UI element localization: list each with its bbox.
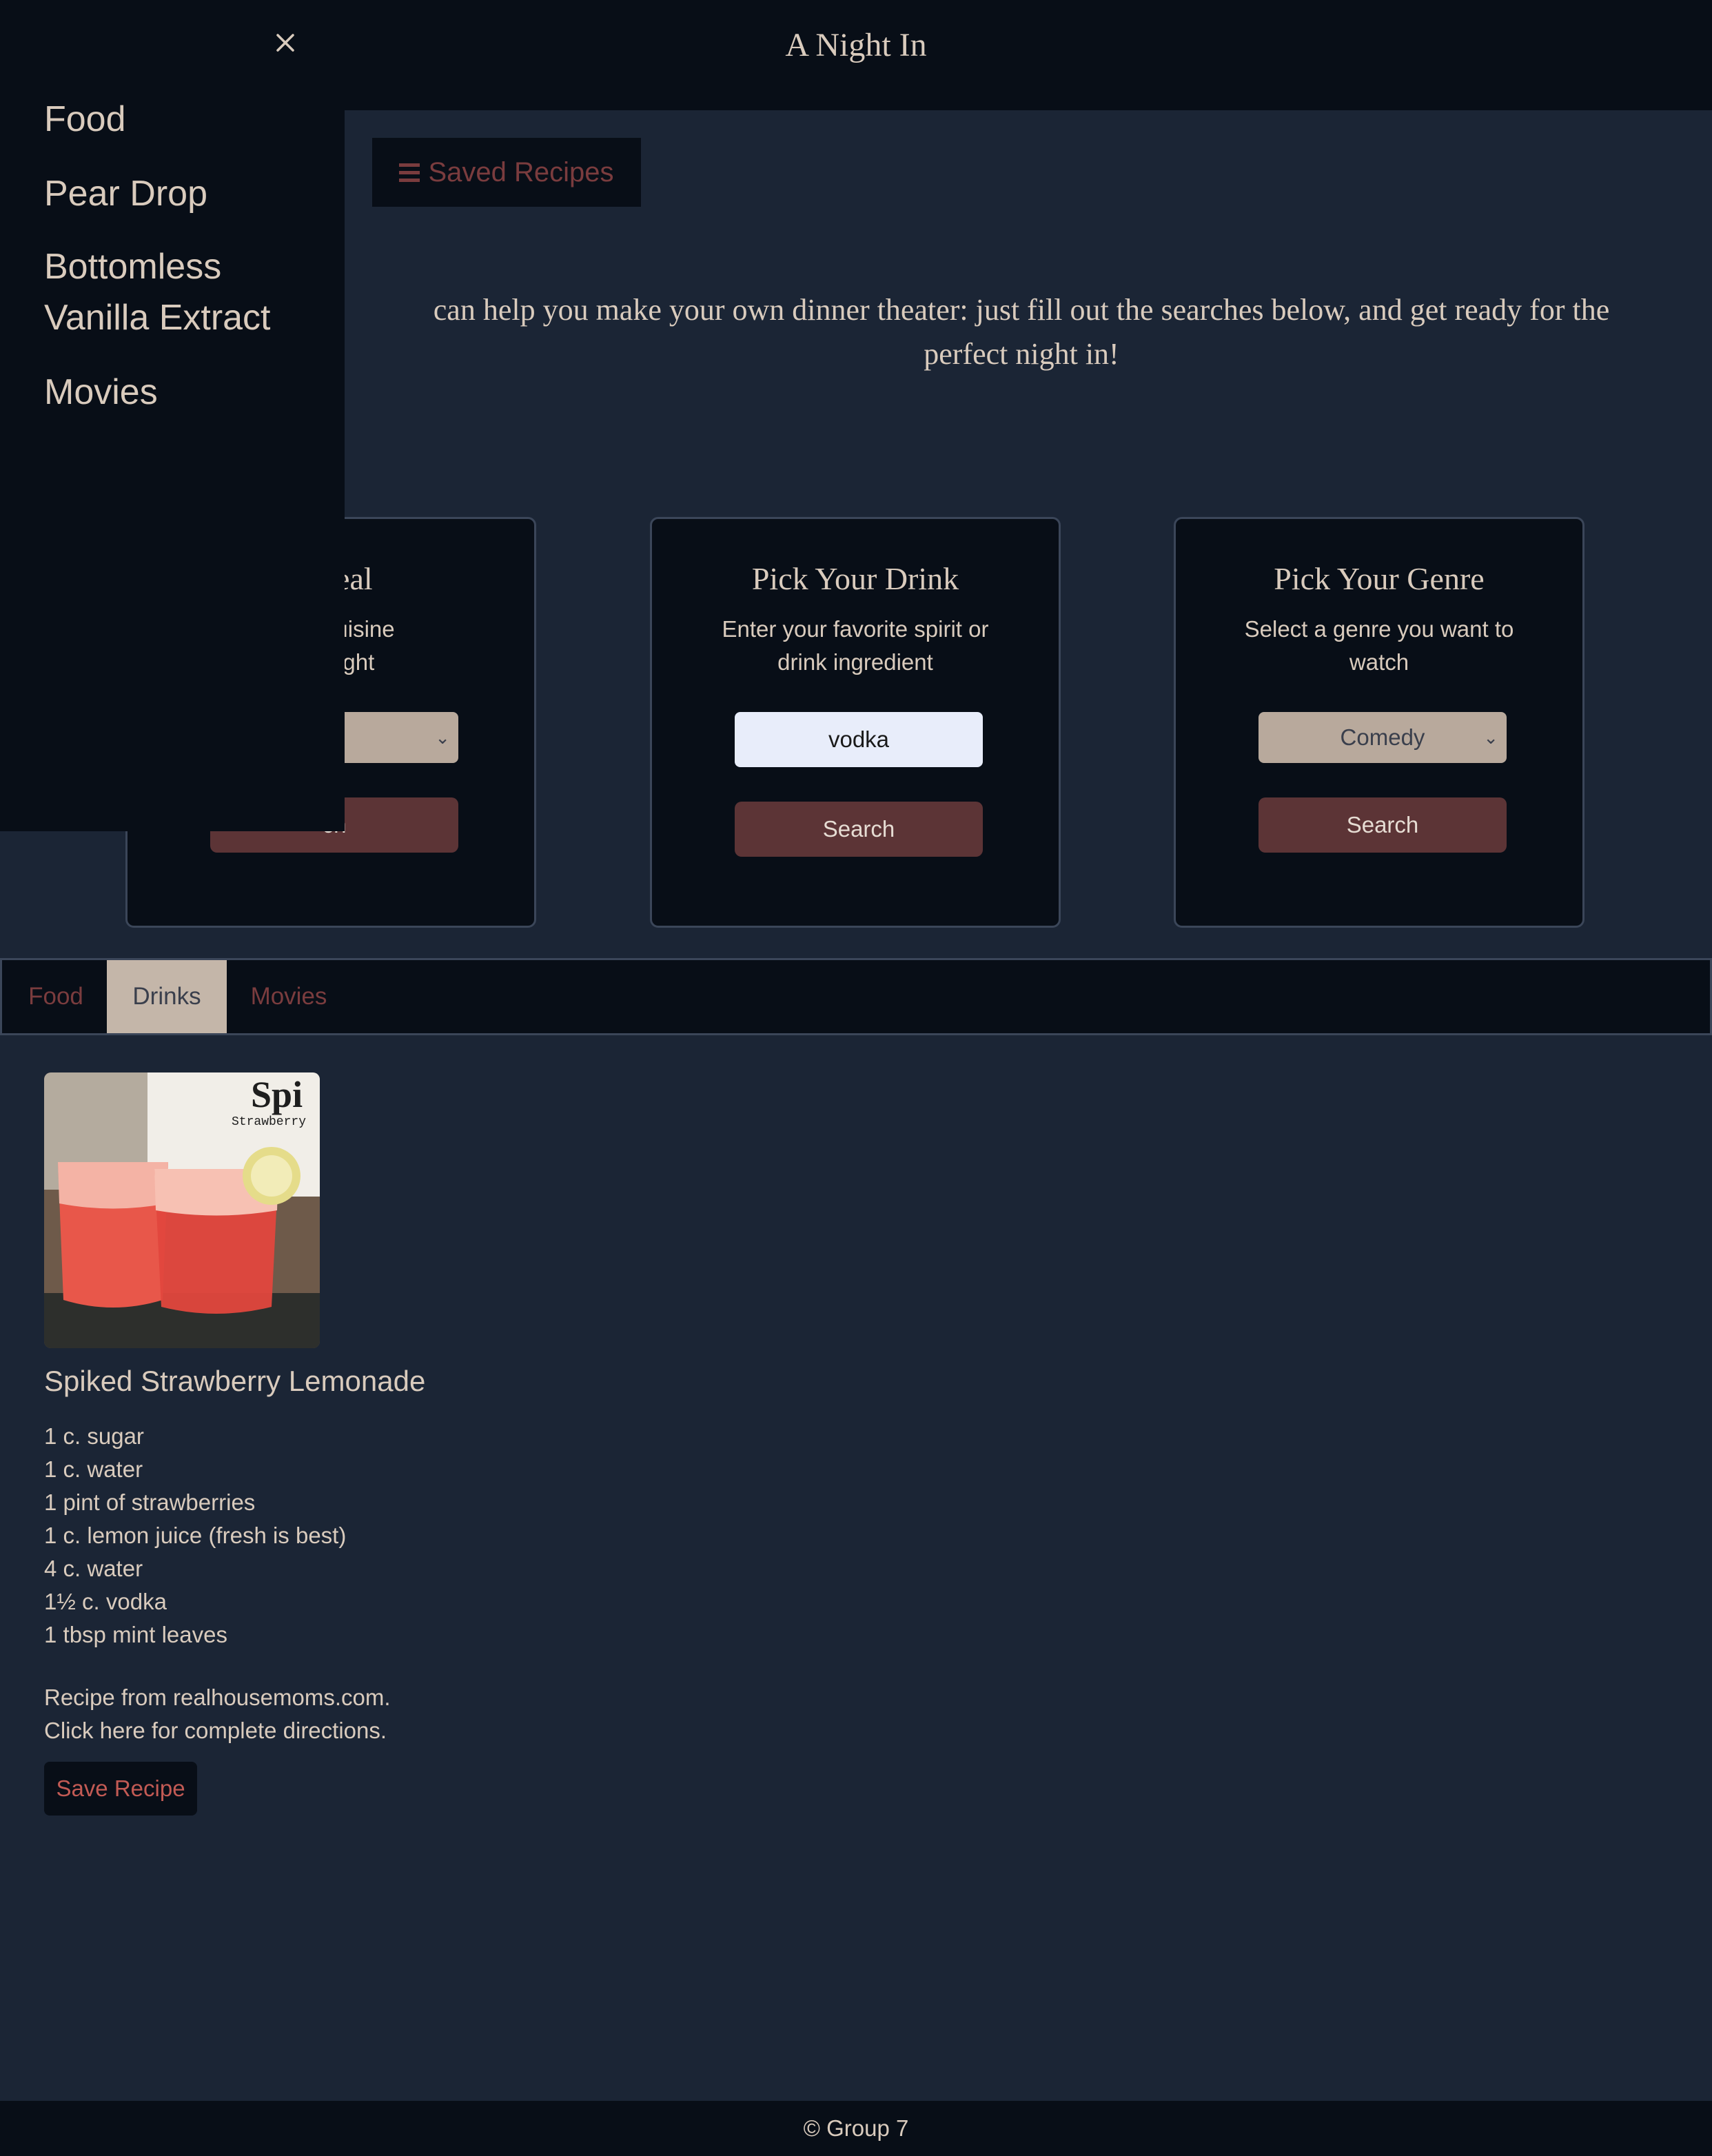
footer-text: © Group 7 bbox=[803, 2115, 909, 2141]
save-recipe-button[interactable]: Save Recipe bbox=[44, 1762, 197, 1816]
image-caption: Spi bbox=[251, 1074, 303, 1115]
sidebar-item-pear-drop[interactable]: Pear Drop bbox=[44, 168, 207, 219]
tab-movies[interactable]: Movies bbox=[227, 960, 351, 1033]
list-item: 1 tbsp mint leaves bbox=[44, 1622, 227, 1647]
directions-link[interactable]: Click here for complete directions. bbox=[44, 1718, 387, 1744]
list-item: 1 c. sugar bbox=[44, 1423, 144, 1449]
tab-food[interactable]: Food bbox=[5, 960, 107, 1033]
tab-drinks[interactable]: Drinks bbox=[107, 960, 227, 1033]
chevron-down-icon: ⌄ bbox=[435, 727, 450, 748]
image-subcaption: Strawberry bbox=[232, 1115, 306, 1129]
intro-line-1: can help you make your own dinner theate… bbox=[433, 293, 1610, 327]
drink-card-text-line-1: Enter your favorite spirit or bbox=[722, 616, 989, 642]
sidebar-item-vanilla-extract[interactable]: Vanilla Extract bbox=[44, 292, 271, 343]
drink-search-button[interactable]: Search bbox=[735, 802, 983, 857]
list-item: 1 pint of strawberries bbox=[44, 1489, 256, 1515]
sidebar-item-food[interactable]: Food bbox=[44, 94, 126, 145]
drink-title: Spiked Strawberry Lemonade bbox=[44, 1365, 426, 1397]
drink-card: Pick Your Drink Enter your favorite spir… bbox=[650, 517, 1061, 928]
list-item: 4 c. water bbox=[44, 1556, 143, 1581]
genre-search-button[interactable]: Search bbox=[1258, 797, 1507, 853]
list-item: 1 c. lemon juice (fresh is best) bbox=[44, 1523, 347, 1548]
genre-select[interactable]: Comedy ⌄ bbox=[1258, 712, 1507, 763]
genre-card-title: Pick Your Genre bbox=[1274, 561, 1485, 596]
saved-recipes-button[interactable]: Saved Recipes bbox=[372, 138, 641, 207]
drink-card-text: Enter your favorite spirit or drink ingr… bbox=[680, 613, 1031, 679]
genre-card-text: Select a genre you want to watch bbox=[1203, 613, 1555, 679]
genre-select-value: Comedy bbox=[1340, 724, 1425, 750]
sidebar-item-movies[interactable]: Movies bbox=[44, 367, 158, 418]
drink-ingredient-input[interactable]: vodka bbox=[735, 712, 983, 767]
intro-text: can help you make your own dinner theate… bbox=[338, 288, 1705, 376]
list-item: 1 c. water bbox=[44, 1456, 143, 1482]
intro-line-2: perfect night in! bbox=[924, 337, 1119, 371]
drink-image: Spi Strawberry bbox=[44, 1072, 320, 1348]
saved-recipes-label: Saved Recipes bbox=[428, 156, 614, 187]
results-tabs: Food Drinks Movies bbox=[0, 958, 1712, 1035]
menu-icon bbox=[399, 163, 420, 182]
sidebar-item-bottomless[interactable]: Bottomless bbox=[44, 241, 221, 292]
recipe-source: Recipe from realhousemoms.com. bbox=[44, 1685, 391, 1710]
drink-card-text-line-2: drink ingredient bbox=[777, 649, 933, 675]
ingredient-list: 1 c. sugar 1 c. water 1 pint of strawber… bbox=[44, 1420, 346, 1651]
list-item: 1½ c. vodka bbox=[44, 1589, 167, 1614]
side-nav: Food Pear Drop Bottomless Vanilla Extrac… bbox=[0, 0, 345, 831]
genre-card: Pick Your Genre Select a genre you want … bbox=[1174, 517, 1584, 928]
genre-card-text-line-1: Select a genre you want to bbox=[1244, 616, 1514, 642]
drink-card-title: Pick Your Drink bbox=[751, 561, 959, 596]
close-icon[interactable] bbox=[270, 28, 300, 58]
genre-card-text-line-2: watch bbox=[1349, 649, 1409, 675]
chevron-down-icon: ⌄ bbox=[1483, 727, 1498, 748]
footer: © Group 7 bbox=[0, 2101, 1712, 2156]
